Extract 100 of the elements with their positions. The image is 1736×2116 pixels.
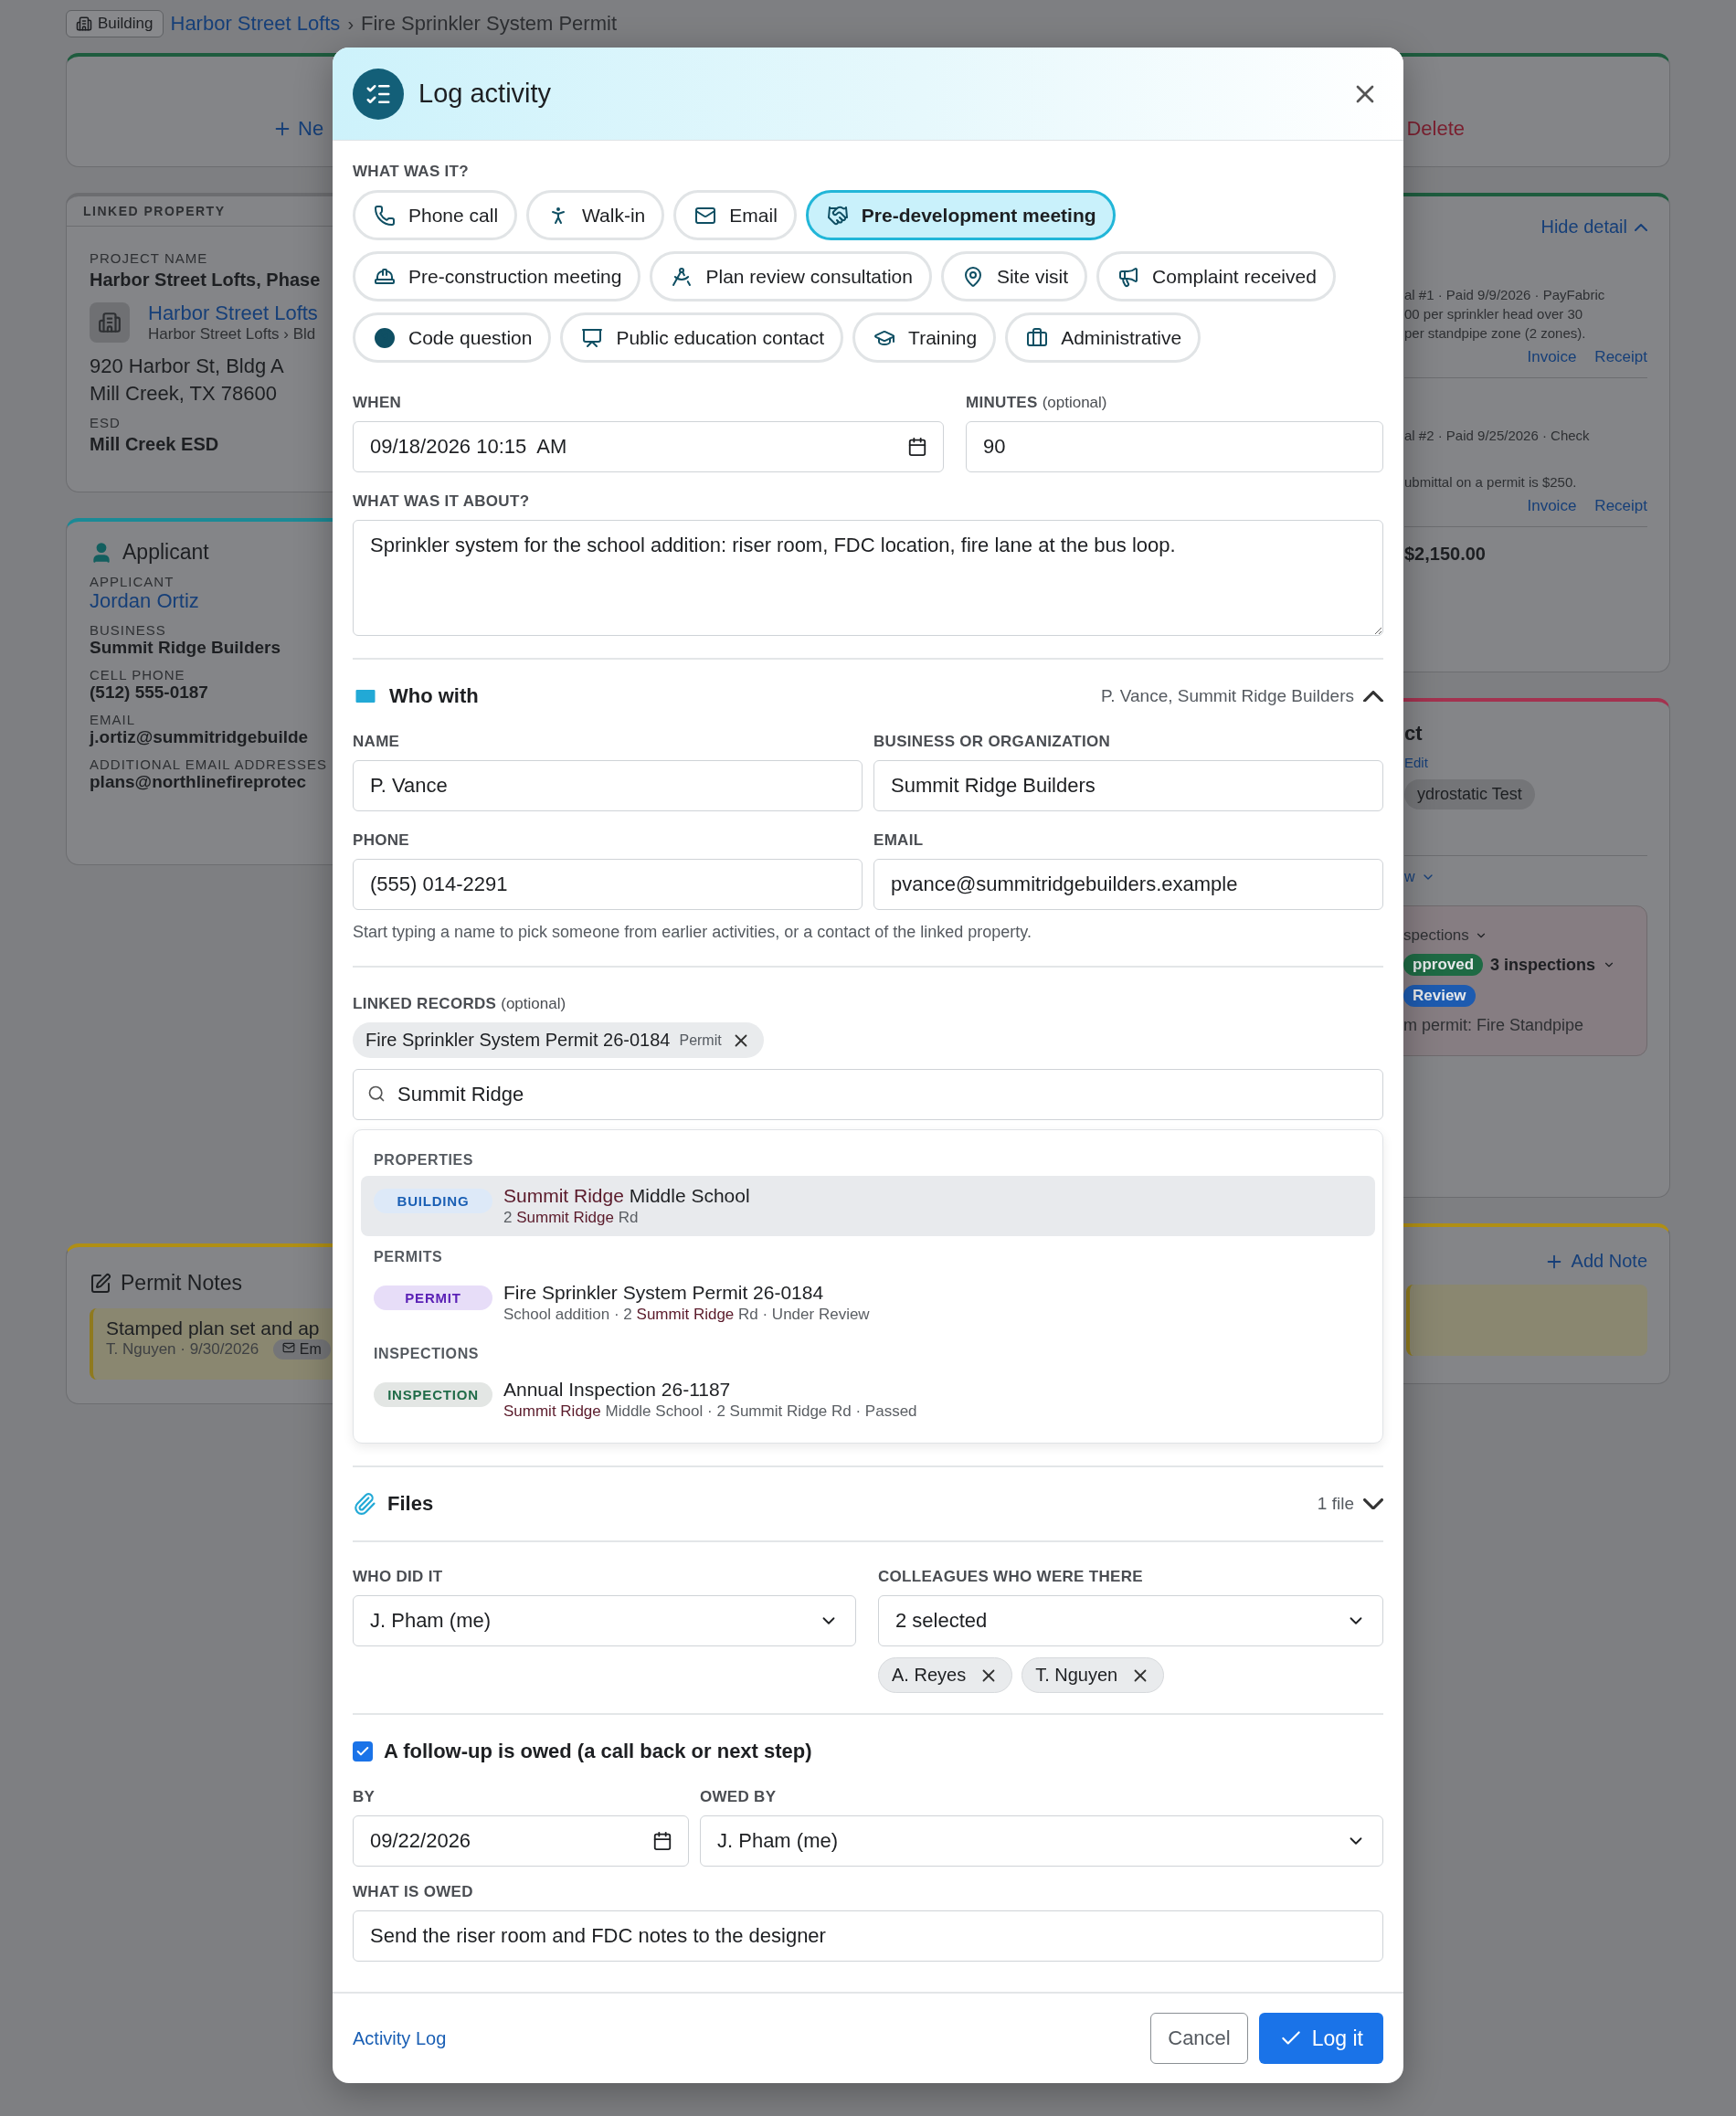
- search-result[interactable]: INSPECTION Annual Inspection 26-1187 Summit Ridge Middle School · 2 Summit Ridge Rd · Passed: [361, 1370, 1375, 1430]
- paperclip-icon: [353, 1492, 376, 1516]
- field-label: MINUTES (optional): [966, 394, 1108, 412]
- field-label: WHAT IS OWED: [353, 1883, 474, 1901]
- briefcase-icon: [1026, 326, 1049, 349]
- field-value: (512) 555-0187: [90, 682, 208, 703]
- field-label: PHONE: [353, 831, 410, 850]
- card-title: ct: [1404, 722, 1423, 746]
- activity-type-chip[interactable]: Code question: [353, 312, 552, 363]
- colleague-name: T. Nguyen: [1035, 1665, 1118, 1686]
- date-field[interactable]: 09/22/2026: [353, 1815, 689, 1867]
- who-with-toggle[interactable]: P. Vance, Summit Ridge Builders: [1100, 686, 1383, 706]
- email-tag: Em: [273, 1339, 331, 1360]
- search-field[interactable]: Summit Ridge: [353, 1069, 1383, 1120]
- fee-line: ubmittal on a permit is $250.: [1404, 474, 1577, 490]
- chevron-down-icon: [1363, 1497, 1383, 1510]
- result-title: Summit Ridge Middle School: [503, 1185, 750, 1207]
- checkbox[interactable]: [353, 1741, 373, 1762]
- calendar-icon: [652, 1831, 672, 1851]
- project-name: Harbor Street Lofts, Phase: [90, 270, 321, 291]
- card-title: Permit Notes: [121, 1271, 242, 1296]
- select-field[interactable]: J. Pham (me): [700, 1815, 1383, 1867]
- record-type: Permit: [679, 1032, 722, 1049]
- building-icon: [76, 16, 92, 32]
- field-label: OWED BY: [700, 1788, 778, 1806]
- building-icon: [98, 311, 122, 334]
- activity-log-link[interactable]: Activity Log: [353, 2027, 1140, 2049]
- field-label: PROJECT NAME: [90, 250, 208, 266]
- test-tag: ydrostatic Test: [1404, 779, 1535, 809]
- fee-line: 00 per sprinkler head over 30: [1404, 306, 1583, 322]
- files-toggle[interactable]: 1 file: [1317, 1494, 1383, 1514]
- field-label: CELL PHONE: [90, 667, 185, 682]
- megaphone-icon: [1117, 265, 1140, 288]
- group-heading: PERMITS: [373, 1248, 444, 1266]
- address-line: Mill Creek, TX 78600: [90, 382, 277, 406]
- field-label: WHO DID IT: [353, 1568, 444, 1586]
- edit-icon: [90, 1272, 111, 1295]
- group-heading: PROPERTIES: [373, 1151, 475, 1169]
- text-field[interactable]: Send the riser room and FDC notes to the designer: [353, 1910, 1383, 1962]
- field-label: BUSINESS OR ORGANIZATION: [873, 733, 1112, 751]
- select-field[interactable]: 2 selected: [878, 1595, 1383, 1646]
- handshake-icon: [826, 204, 849, 227]
- field-label: NAME: [353, 733, 401, 751]
- activity-type-chip[interactable]: Pre-construction meeting: [353, 251, 641, 302]
- field-value: j.ortiz@summitridgebuilde: [90, 727, 309, 747]
- field-label: WHAT WAS IT?: [353, 163, 470, 181]
- section-title: Who with: [389, 684, 480, 708]
- card-title: Applicant: [122, 540, 209, 565]
- minutes-field[interactable]: 90: [966, 421, 1383, 472]
- result-detail: 2 Summit Ridge Rd: [503, 1209, 640, 1227]
- field-label: EMAIL: [90, 712, 135, 727]
- select-field[interactable]: J. Pham (me): [353, 1595, 856, 1646]
- cancel-button[interactable]: Cancel: [1150, 2013, 1248, 2064]
- text-field[interactable]: Summit Ridge Builders: [873, 760, 1383, 811]
- section-title: Files: [387, 1492, 435, 1516]
- activity-type-chip[interactable]: Pre-development meeting: [805, 190, 1116, 240]
- field-label: WHEN: [353, 394, 403, 412]
- date-time-field[interactable]: 09/18/2026 10:15 AM: [353, 421, 944, 472]
- phone-icon: [374, 204, 396, 227]
- property-path: Harbor Street Lofts › Bld: [148, 325, 316, 344]
- activity-type-chip[interactable]: Phone call: [353, 190, 518, 240]
- field-label: BUSINESS: [90, 622, 166, 638]
- text-field[interactable]: pvance@summitridgebuilders.example: [873, 859, 1383, 910]
- total-amount: $2,150.00: [1404, 544, 1486, 565]
- text-field[interactable]: P. Vance: [353, 760, 863, 811]
- building-badge: Building: [66, 10, 164, 37]
- search-result[interactable]: BUILDING Summit Ridge Middle School 2 Summit Ridge Rd: [361, 1176, 1375, 1236]
- activity-type-chip[interactable]: Training: [852, 312, 997, 363]
- calendar-icon: [907, 437, 927, 457]
- activity-type-chip[interactable]: Plan review consultation: [650, 251, 932, 302]
- address-line: 920 Harbor St, Bldg A: [90, 354, 284, 378]
- search-result[interactable]: PERMIT Fire Sprinkler System Permit 26-0184 School addition · 2 Summit Ridge Rd · Under Review: [361, 1273, 1375, 1333]
- result-title: Fire Sprinkler System Permit 26-0184: [503, 1282, 825, 1304]
- result-title: Annual Inspection 26-1187: [503, 1379, 732, 1401]
- note-meta: T. Nguyen · 9/30/2026: [106, 1340, 259, 1359]
- log-it-button[interactable]: Log it: [1258, 2013, 1383, 2064]
- field-label: COLLEAGUES WHO WERE THERE: [878, 1568, 1144, 1586]
- activity-type-chip[interactable]: Public education contact: [560, 312, 844, 363]
- inspection-count: 3 inspections: [1490, 955, 1596, 975]
- activity-type-chip[interactable]: Complaint received: [1096, 251, 1336, 302]
- text-field[interactable]: (555) 014-2291: [353, 859, 863, 910]
- help-text: Start typing a name to pick someone from earlier activities, or a contact of the linked property.: [353, 923, 1033, 942]
- fee-line: per standpipe zone (2 zones).: [1404, 325, 1586, 341]
- chevron-up-icon: [1363, 690, 1383, 703]
- description-field[interactable]: Sprinkler system for the school addition: riser room, FDC location, fire lane at the bus loop.: [353, 520, 1383, 636]
- envelope-icon: [282, 1341, 296, 1354]
- field-label: APPLICANT: [90, 574, 175, 589]
- activity-type-chip[interactable]: Email: [673, 190, 797, 240]
- status-pill: Review: [1403, 985, 1476, 1007]
- activity-type-chip[interactable]: Site visit: [940, 251, 1088, 302]
- breadcrumb-separator: ›: [347, 13, 355, 35]
- breadcrumb-current: Fire Sprinkler System Permit: [361, 12, 617, 36]
- dialog-title: Log activity: [418, 79, 553, 109]
- activity-type-chip[interactable]: Walk-in: [526, 190, 665, 240]
- drafting-compass-icon: [671, 265, 693, 288]
- activity-type-chip[interactable]: Administrative: [1005, 312, 1201, 363]
- result-detail: School addition · 2 Summit Ridge Rd · Under Review: [503, 1306, 870, 1324]
- search-icon: [367, 1084, 386, 1103]
- note-text: Stamped plan set and ap: [106, 1317, 320, 1339]
- presentation-icon: [581, 326, 604, 349]
